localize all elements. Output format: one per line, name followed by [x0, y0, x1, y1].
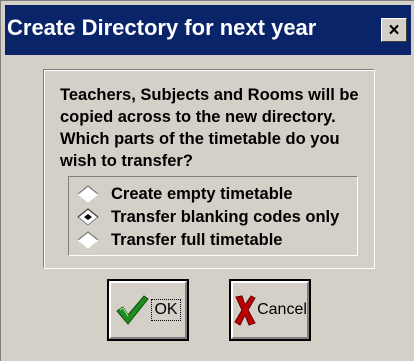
cancel-x-icon — [234, 295, 256, 326]
message-line: Which parts of the timetable do you — [60, 130, 340, 148]
window-title: Create Directory for next year — [7, 15, 317, 40]
radio-label: Transfer full timetable — [111, 230, 283, 249]
close-button[interactable]: × — [381, 18, 407, 42]
radio-blanking-codes[interactable]: Transfer blanking codes only — [77, 206, 339, 228]
radio-diamond-icon[interactable] — [77, 185, 99, 203]
message-line: wish to transfer? — [60, 152, 193, 170]
cancel-button[interactable]: Cancel — [229, 279, 311, 341]
dialog-window: Create Directory for next year × Teacher… — [0, 0, 414, 361]
radio-label: Create empty timetable — [111, 184, 293, 203]
ok-button[interactable]: OK — [107, 279, 189, 341]
title-bar[interactable]: Create Directory for next year × — [5, 5, 411, 55]
message-line: Teachers, Subjects and Rooms will be — [60, 86, 359, 104]
radio-diamond-icon[interactable] — [77, 231, 99, 249]
checkmark-icon — [116, 295, 150, 325]
cancel-label: Cancel — [257, 301, 307, 318]
radio-diamond-selected-icon[interactable] — [77, 208, 99, 226]
close-icon: × — [388, 19, 400, 41]
message-line: copied across to the new directory. — [60, 108, 336, 126]
transfer-radio-group: Create empty timetable Transfer blanking… — [68, 176, 358, 256]
ok-label: OK — [151, 299, 181, 321]
radio-label: Transfer blanking codes only — [111, 207, 340, 226]
instruction-message: Teachers, Subjects and Rooms will be cop… — [60, 84, 370, 172]
radio-full-timetable[interactable]: Transfer full timetable — [77, 229, 282, 251]
options-group: Teachers, Subjects and Rooms will be cop… — [43, 69, 375, 269]
radio-create-empty[interactable]: Create empty timetable — [77, 183, 293, 205]
